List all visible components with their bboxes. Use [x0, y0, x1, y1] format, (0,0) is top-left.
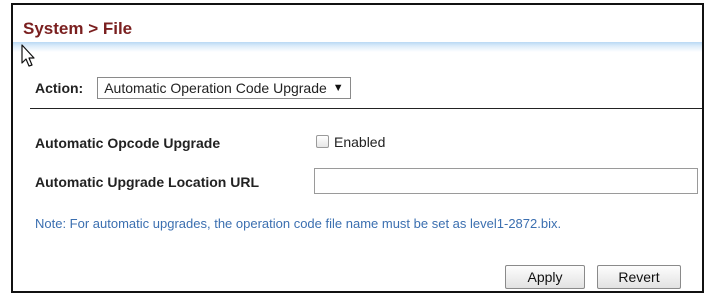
- action-row: Action: Automatic Operation Code Upgrade…: [35, 77, 351, 99]
- action-select-value: Automatic Operation Code Upgrade: [104, 80, 327, 96]
- action-label: Action:: [35, 80, 84, 96]
- title-divider: [13, 42, 702, 52]
- section-divider: [30, 108, 702, 109]
- upgrade-url-label: Automatic Upgrade Location URL: [35, 174, 260, 190]
- opcode-upgrade-label: Automatic Opcode Upgrade: [35, 135, 221, 151]
- opcode-upgrade-enabled-label[interactable]: Enabled: [334, 134, 385, 150]
- action-select[interactable]: Automatic Operation Code Upgrade ▼: [97, 77, 351, 99]
- revert-button[interactable]: Revert: [597, 265, 681, 289]
- mouse-pointer-icon: [21, 44, 35, 67]
- system-file-panel: System > File Action: Automatic Operatio…: [11, 3, 704, 293]
- upgrade-url-input[interactable]: [314, 168, 698, 194]
- apply-button[interactable]: Apply: [505, 265, 585, 289]
- dropdown-arrow-icon: ▼: [332, 82, 344, 94]
- page-title: System > File: [23, 19, 133, 38]
- opcode-upgrade-checkbox[interactable]: [316, 135, 329, 148]
- upgrade-note: Note: For automatic upgrades, the operat…: [35, 216, 562, 231]
